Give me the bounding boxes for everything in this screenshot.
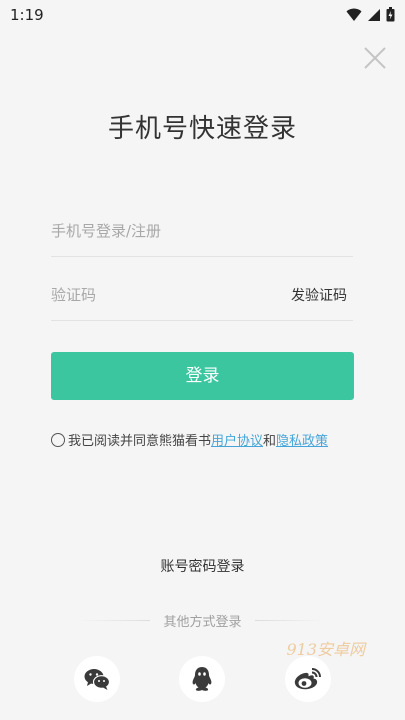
privacy-policy-link[interactable]: 隐私政策: [276, 430, 328, 449]
user-agreement-link[interactable]: 用户协议: [211, 430, 263, 449]
agree-radio[interactable]: [51, 432, 65, 447]
qq-login-button[interactable]: [179, 656, 225, 702]
status-bar: 1:19: [0, 0, 405, 30]
watermark: 913安卓网: [286, 640, 365, 659]
weibo-login-button[interactable]: [285, 656, 331, 702]
wechat-icon: [84, 669, 111, 690]
agreement-conjunction: 和: [263, 434, 277, 449]
close-icon: [364, 47, 386, 69]
signal-icon: [368, 8, 380, 21]
phone-field: [51, 208, 353, 257]
battery-icon: [386, 7, 395, 22]
login-button[interactable]: 登录: [51, 352, 354, 400]
send-code-button[interactable]: 发验证码: [291, 285, 347, 305]
verification-code-input[interactable]: [51, 280, 271, 310]
phone-input[interactable]: [51, 216, 353, 246]
wifi-icon: [346, 8, 362, 21]
wechat-login-button[interactable]: [74, 656, 120, 702]
close-button[interactable]: [361, 44, 389, 72]
weibo-icon: [294, 668, 321, 690]
qq-icon: [192, 667, 212, 691]
other-login-label: 其他方式登录: [163, 615, 242, 630]
other-login-divider: 其他方式登录: [0, 610, 405, 630]
verification-code-field: 发验证码: [51, 272, 353, 321]
status-time: 1:19: [10, 6, 44, 24]
agreement-row: 我已阅读并同意熊猫看书 用户协议 和 隐私政策: [51, 430, 328, 449]
account-password-login-link[interactable]: 账号密码登录: [0, 556, 405, 576]
page-title: 手机号快速登录: [107, 114, 297, 144]
status-icons: [346, 7, 395, 22]
agreement-text: 我已阅读并同意熊猫看书: [68, 434, 212, 449]
